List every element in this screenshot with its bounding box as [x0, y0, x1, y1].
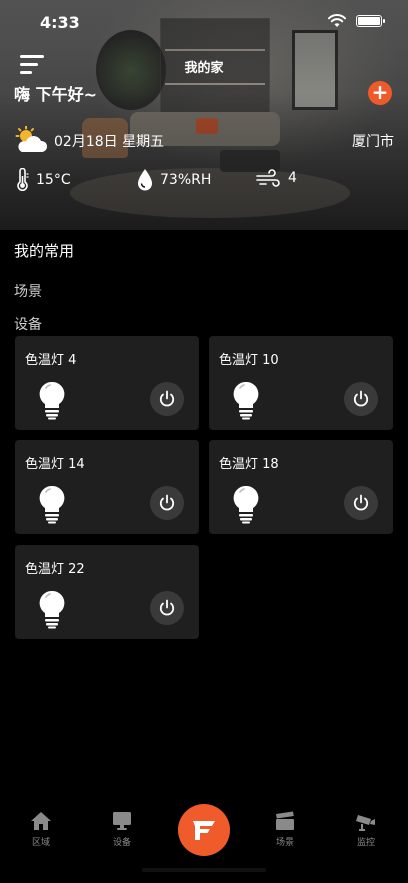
tab-monitor-label: 监控 [356, 838, 375, 848]
bulb-icon [39, 485, 65, 524]
power-button[interactable] [150, 486, 184, 520]
home-indicator [142, 868, 266, 872]
humidity-drop-icon [138, 169, 152, 191]
tab-monitor[interactable]: 监控 [336, 810, 396, 848]
tab-area[interactable]: 区域 [11, 810, 71, 848]
wind-metric: 4 [256, 168, 297, 188]
device-card[interactable]: 色温灯 18 [209, 440, 393, 534]
header-background [0, 0, 408, 230]
power-icon [353, 390, 369, 407]
header-overlay [0, 0, 408, 230]
wind-icon [256, 169, 280, 187]
humidity-value: 73%RH [160, 172, 212, 188]
power-icon [159, 494, 175, 511]
devices-label: 设备 [14, 317, 42, 333]
partly-cloudy-icon [15, 126, 48, 152]
tab-devices-label: 设备 [112, 838, 131, 848]
power-icon [159, 599, 175, 616]
humidity-metric: 73%RH [136, 168, 211, 192]
weather-metrics-row: 15°C 73%RH 4 [14, 168, 394, 194]
status-time: 4:33 [40, 13, 80, 32]
home-title[interactable]: 我的家 [0, 57, 408, 76]
power-button[interactable] [344, 486, 378, 520]
battery-icon [356, 15, 385, 27]
device-card[interactable]: 色温灯 14 [15, 440, 199, 534]
device-card[interactable]: 色温灯 22 [15, 545, 199, 639]
city-text[interactable]: 厦门市 [352, 131, 394, 151]
tab-devices[interactable]: 设备 [92, 810, 152, 848]
power-icon [159, 390, 175, 407]
tab-scenes[interactable]: 场景 [255, 810, 315, 848]
wifi-icon [328, 14, 346, 27]
wind-value: 4 [288, 170, 297, 186]
weather-date-row: 02月18日 星期五 厦门市 [14, 126, 394, 156]
add-button[interactable]: + [368, 81, 392, 105]
tab-area-label: 区域 [31, 838, 50, 848]
power-icon [353, 494, 369, 511]
bulb-icon [39, 590, 65, 629]
bulb-icon [39, 381, 65, 420]
device-card[interactable]: 色温灯 10 [209, 336, 393, 430]
tab-scenes-label: 场景 [275, 838, 294, 848]
status-icons [328, 14, 385, 28]
clapperboard-icon [276, 811, 294, 830]
greeting-text: 嗨 下午好~ [14, 85, 97, 104]
brand-logo-icon [193, 821, 215, 840]
device-card[interactable]: 色温灯 4 [15, 336, 199, 430]
home-center-button[interactable] [178, 804, 230, 856]
device-name: 色温灯 10 [219, 353, 279, 368]
house-icon [31, 812, 51, 830]
temperature-metric: 15°C [14, 168, 71, 192]
power-button[interactable] [150, 382, 184, 416]
device-monitor-icon [113, 812, 131, 830]
thermometer-icon [17, 168, 29, 191]
temperature-value: 15°C [36, 172, 71, 188]
device-name: 色温灯 4 [25, 353, 77, 368]
favorites-title: 我的常用 [14, 242, 75, 260]
power-button[interactable] [344, 382, 378, 416]
date-text: 02月18日 星期五 [54, 134, 165, 150]
device-name: 色温灯 14 [25, 457, 85, 472]
scenes-label: 场景 [14, 284, 42, 300]
device-name: 色温灯 22 [25, 562, 85, 577]
camera-icon [356, 815, 375, 831]
device-name: 色温灯 18 [219, 457, 279, 472]
power-button[interactable] [150, 591, 184, 625]
bulb-icon [233, 485, 259, 524]
bulb-icon [233, 381, 259, 420]
